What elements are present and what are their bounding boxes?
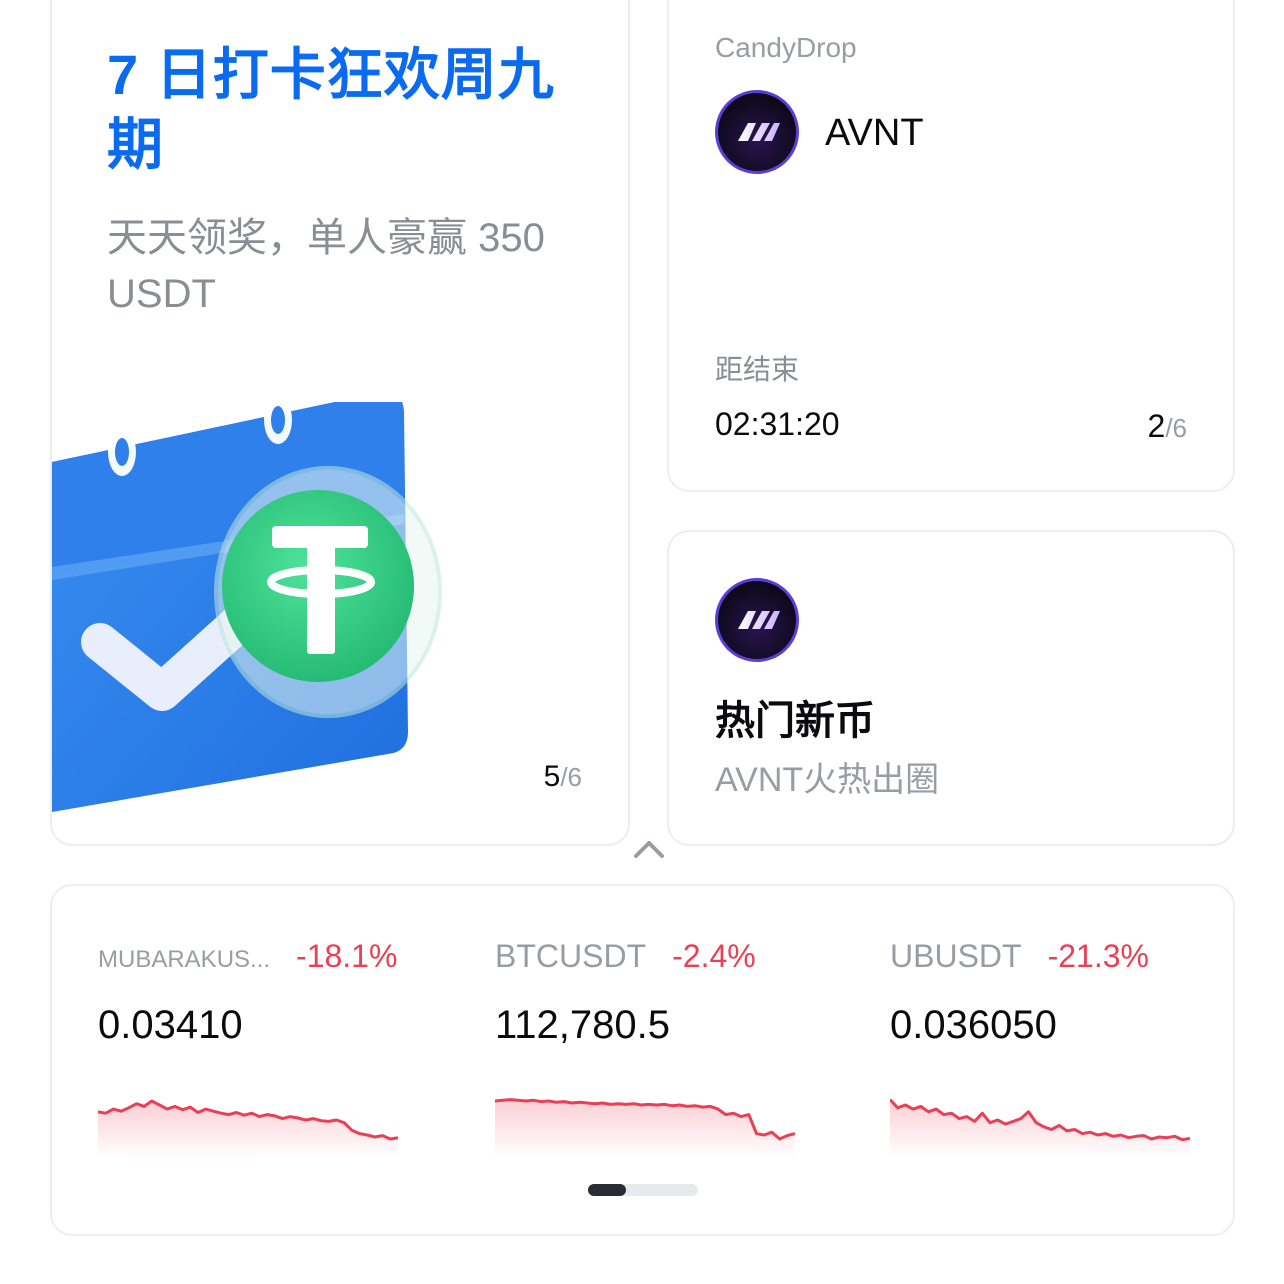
promo-card-checkin[interactable]: 7 日打卡狂欢周九期 天天领奖，单人豪赢 350 USDT 5/6 [50,0,630,846]
candydrop-token-name: AVNT [825,112,924,154]
calendar-usdt-illustration [52,402,442,812]
carousel-scroll-indicator [588,1184,698,1196]
ticker-item[interactable]: MUBARAKUS... -18.1% 0.03410 [98,938,428,1158]
pager-total: /6 [1165,413,1187,443]
ticker-symbol: BTCUSDT [495,938,647,974]
ticker-sparkline [98,1099,398,1158]
ticker-sparkline [890,1098,1190,1158]
ends-in-label: 距结束 [715,354,800,385]
ticker-price: 112,780.5 [495,1003,670,1047]
hot-new-coin-card[interactable]: 热门新币 AVNT火热出圈 [667,530,1235,846]
ticker-sparkline [495,1098,795,1158]
promo-title: 7 日打卡狂欢周九期 [107,43,555,176]
ticker-item[interactable]: UBUSDT -21.3% 0.036050 [890,938,1220,1158]
ticker-price: 0.036050 [890,1003,1057,1047]
hot-coin-description: AVNT火热出圈 [715,761,940,799]
chevron-up-icon[interactable] [632,834,666,862]
candydrop-card[interactable]: CandyDrop AVNT 距结束 02:31:20 2/6 [667,0,1235,492]
ticker-change: -18.1% [296,938,398,974]
hot-coin-title: 热门新币 [715,699,875,743]
ticker-price: 0.03410 [98,1003,243,1047]
countdown-timer: 02:31:20 [715,406,840,442]
pager-current: 5 [543,760,561,793]
promo-pager: 5/6 [544,760,582,794]
scroll-indicator-thumb [588,1184,626,1196]
candydrop-label: CandyDrop [715,32,857,63]
pager-current: 2 [1147,408,1166,444]
ticker-symbol: MUBARAKUS... [98,946,271,973]
pager-total: /6 [560,762,582,792]
market-tickers-card: MUBARAKUS... -18.1% 0.03410 BTCUSDT -2.4… [50,884,1235,1236]
ticker-item[interactable]: BTCUSDT -2.4% 112,780.5 [495,938,825,1158]
avnt-logo-icon [715,90,799,174]
ticker-change: -2.4% [672,938,756,974]
promo-subtitle: 天天领奖，单人豪赢 350 USDT [107,216,545,316]
sparkline-area [495,1099,795,1158]
ticker-symbol: UBUSDT [890,938,1022,974]
avnt-logo-icon [715,578,799,662]
ticker-change: -21.3% [1047,938,1149,974]
candydrop-pager: 2/6 [1148,408,1187,445]
